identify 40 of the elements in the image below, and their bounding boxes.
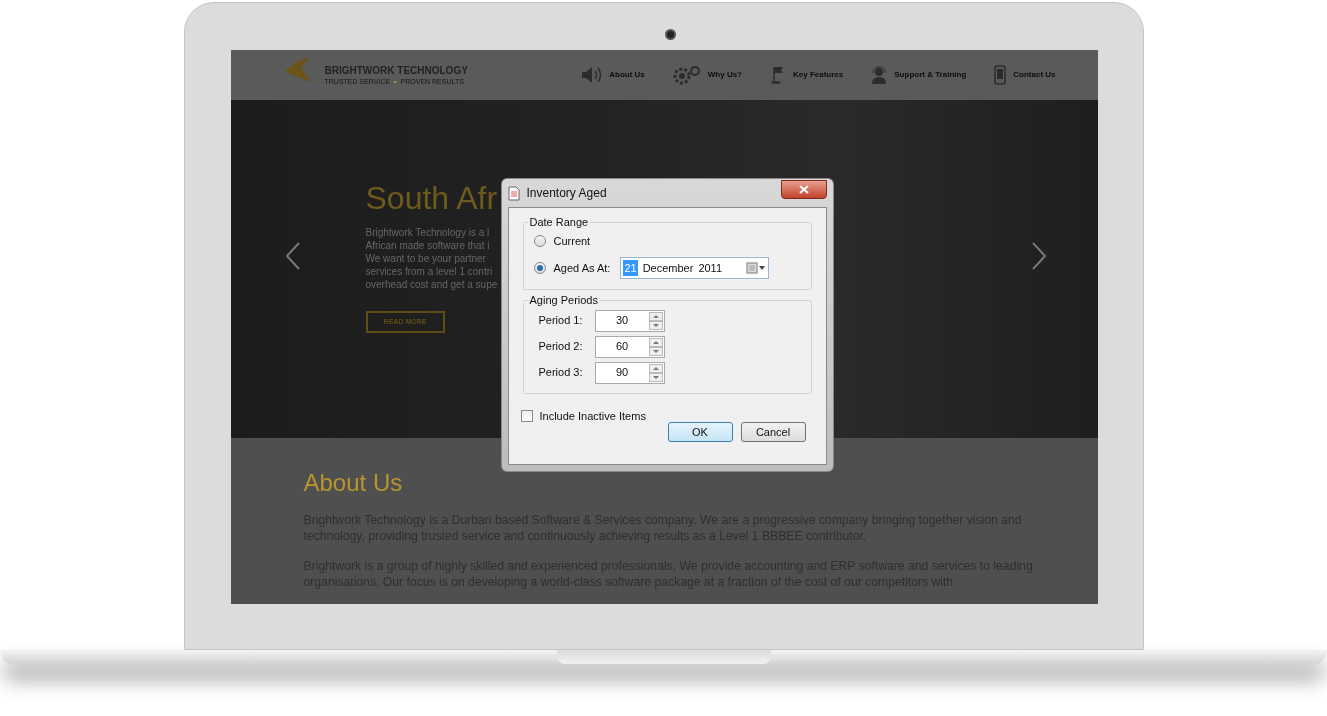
checkbox[interactable] (520, 409, 533, 422)
phone-icon (994, 65, 1007, 85)
close-button[interactable] (780, 179, 827, 199)
hero-heading: South Afr (365, 179, 498, 218)
dialog-title: Inventory Aged (526, 185, 607, 202)
chevron-left-icon[interactable] (285, 242, 300, 270)
chevron-right-icon[interactable] (1031, 242, 1046, 270)
number-spinner[interactable]: 30 (594, 309, 665, 332)
period-label: Period 3: (538, 365, 584, 381)
close-icon (798, 184, 809, 194)
number-spinner[interactable]: 90 (594, 361, 665, 384)
gears-icon (672, 65, 701, 85)
date-picker-field[interactable]: 21 December 2011 (620, 257, 770, 279)
radio-button[interactable] (533, 262, 546, 274)
hero-text: African made software that i (365, 239, 491, 252)
checkbox-label: Include Inactive Items (539, 408, 646, 424)
spinner-arrows-icon[interactable] (648, 363, 663, 382)
hero-text: We want to be your partner (365, 252, 487, 265)
hero-text: services from a level 1 contri (365, 265, 494, 278)
period-label: Period 1: (538, 313, 584, 329)
document-icon (507, 185, 520, 201)
dialog-button[interactable]: OK (667, 422, 733, 442)
group-label: Date Range (528, 215, 590, 230)
camera-icon (664, 29, 676, 40)
number-spinner[interactable]: 60 (594, 335, 665, 358)
radio-label: Aged As At: (553, 260, 611, 276)
radio-label: Current (553, 233, 591, 249)
period-label: Period 2: (538, 339, 584, 355)
flag-icon (770, 66, 786, 84)
radio-button[interactable] (533, 234, 546, 247)
group-label: Aging Periods (528, 293, 599, 308)
about-heading: About Us (303, 468, 404, 498)
calendar-dropdown-icon[interactable] (746, 262, 767, 274)
hero-text: overhead cost and get a supe (365, 278, 498, 291)
headset-icon (871, 66, 888, 84)
dialog-button[interactable]: Cancel (740, 422, 806, 442)
speaker-icon (580, 66, 603, 84)
spinner-arrows-icon[interactable] (648, 337, 663, 356)
spinner-arrows-icon[interactable] (648, 311, 663, 330)
logo-title: BRIGHTWORK TECHNOLOGY (324, 64, 468, 77)
